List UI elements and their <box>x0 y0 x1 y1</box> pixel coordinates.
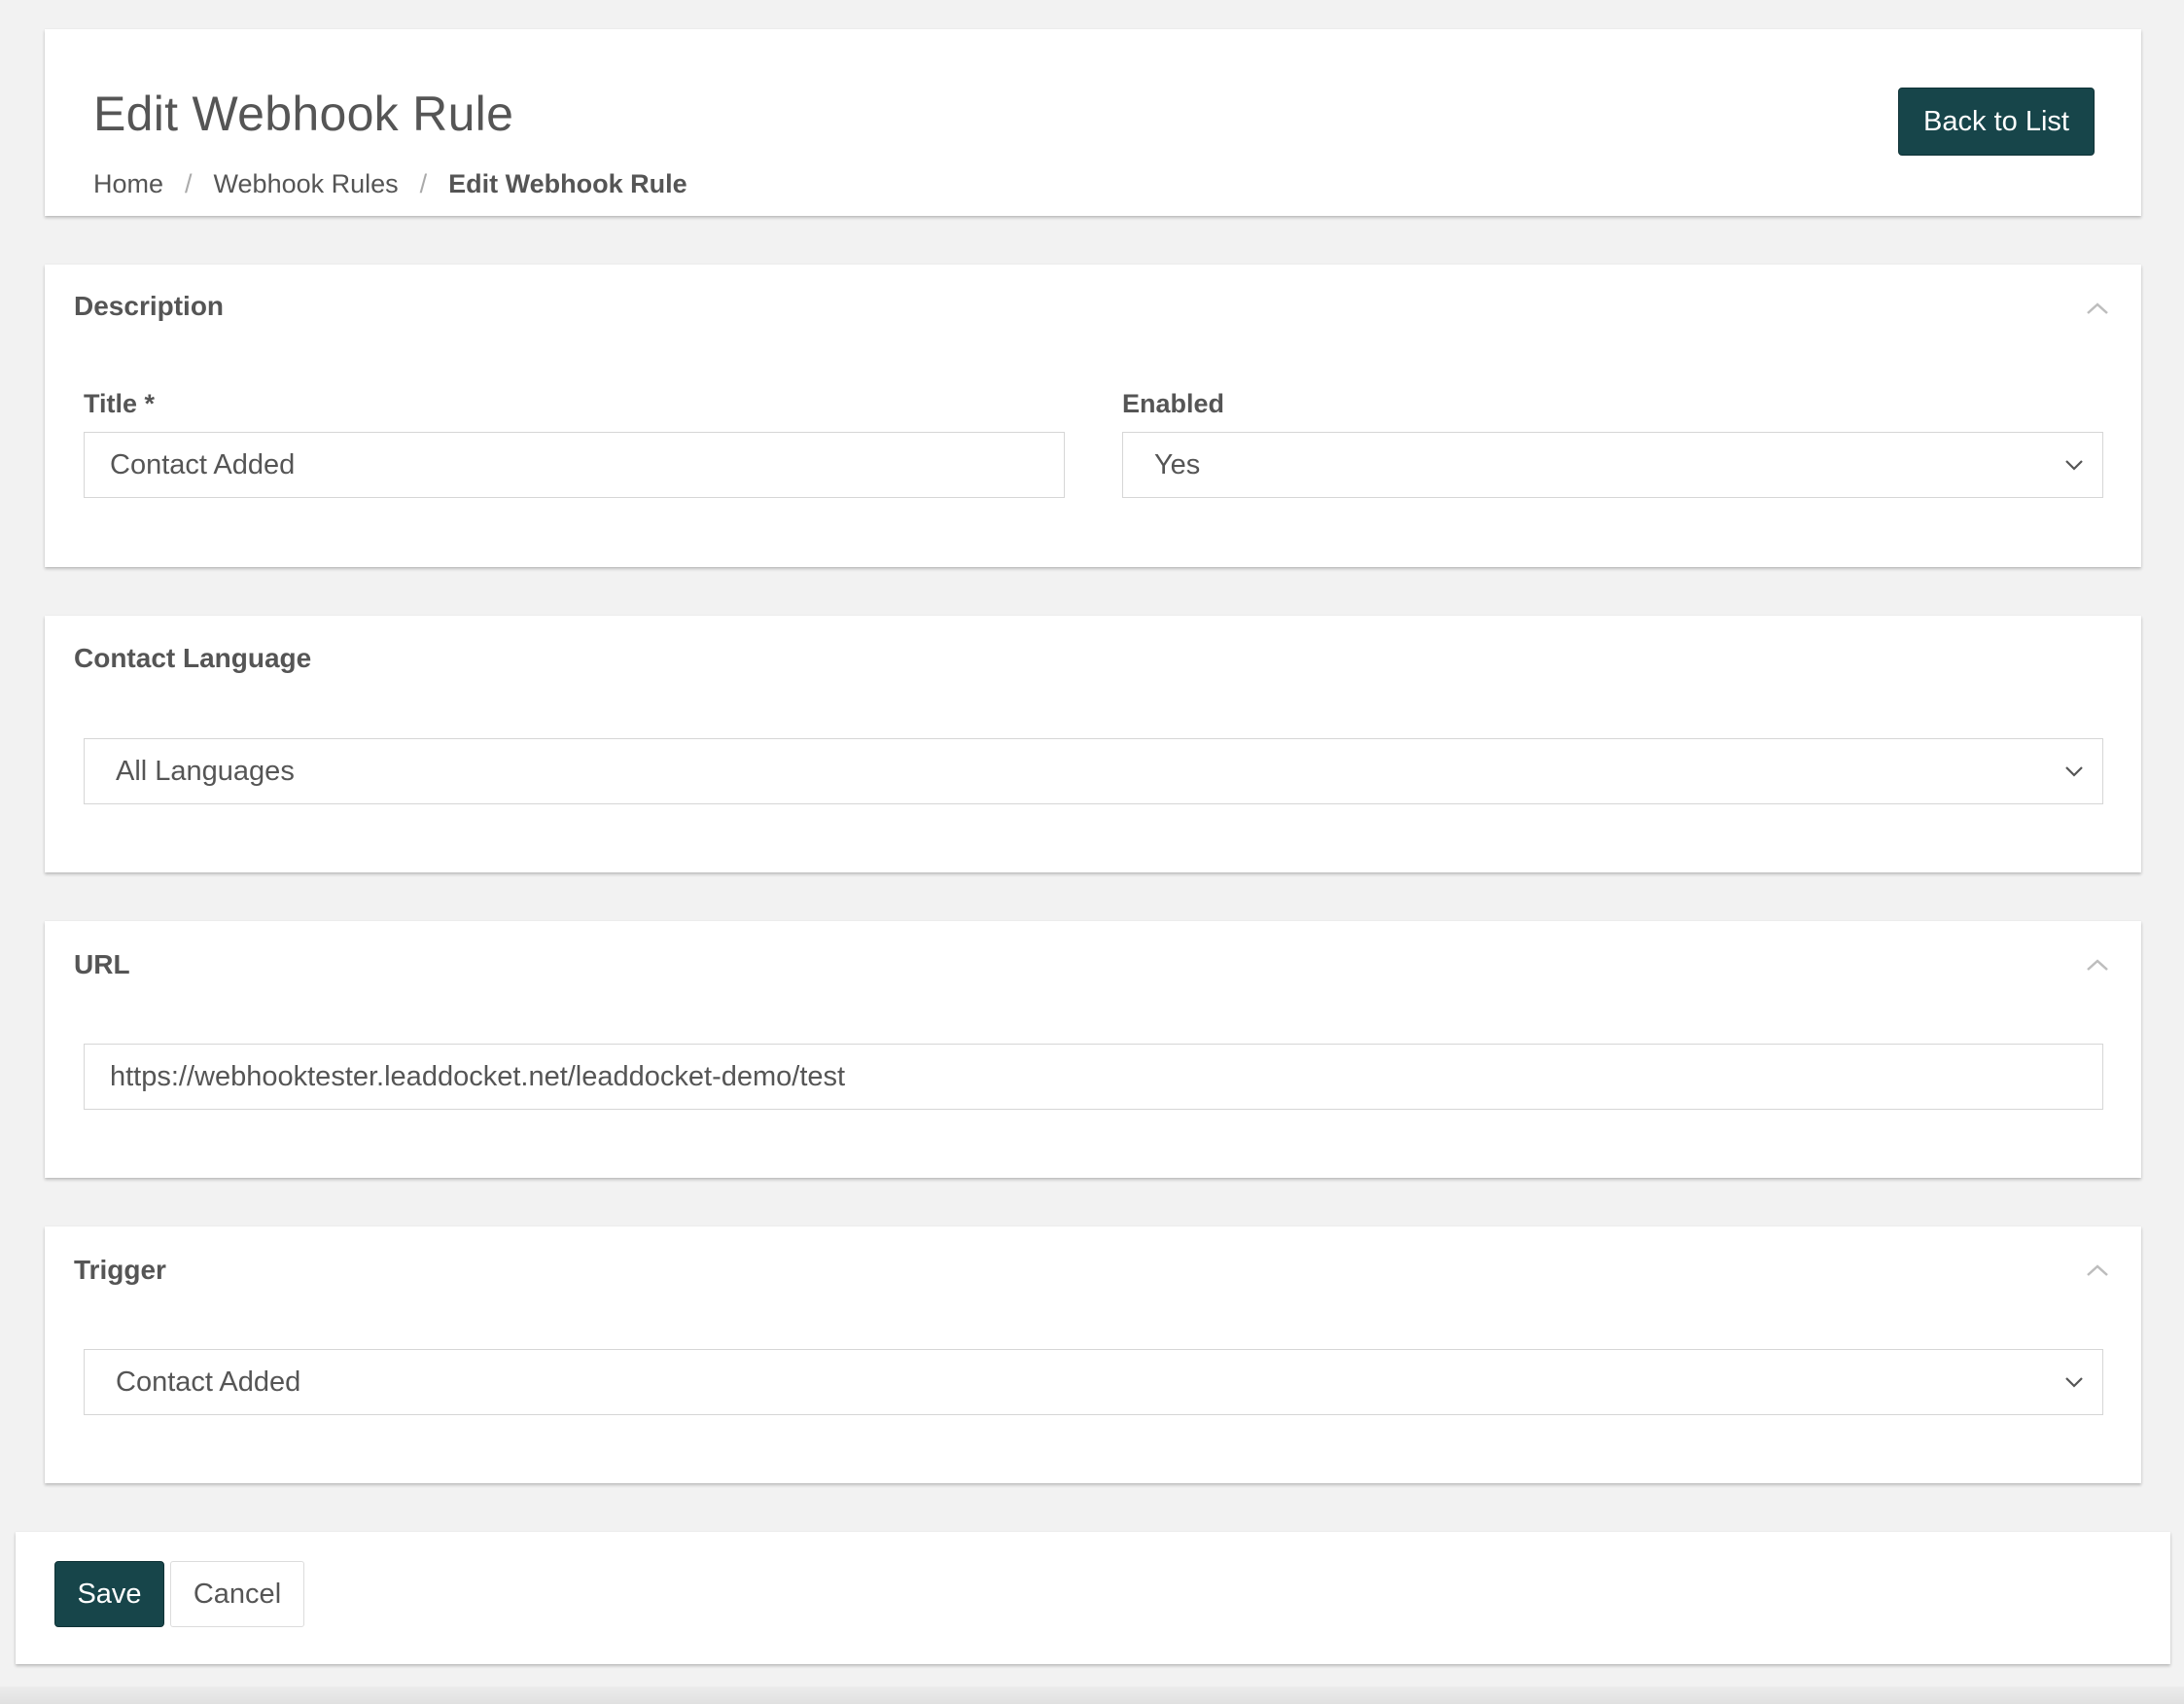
trigger-select-value: Contact Added <box>116 1366 301 1398</box>
contact-language-select-value: All Languages <box>116 755 295 787</box>
contact-language-section: Contact Language All Languages <box>45 616 2141 872</box>
enabled-select[interactable]: Yes <box>1122 432 2103 498</box>
title-label: Title * <box>84 389 156 418</box>
url-input[interactable]: https://webhooktester.leaddocket.net/lea… <box>84 1044 2103 1110</box>
breadcrumb-current: Edit Webhook Rule <box>448 169 687 198</box>
form-actions: Save Cancel <box>16 1532 2170 1664</box>
breadcrumb-separator: / <box>185 169 193 198</box>
collapse-url-toggle[interactable] <box>2081 948 2114 981</box>
section-title-contact-language: Contact Language <box>74 643 312 673</box>
breadcrumb-webhook-rules[interactable]: Webhook Rules <box>214 171 399 197</box>
contact-language-select[interactable]: All Languages <box>84 738 2103 804</box>
title-input-value: Contact Added <box>110 448 296 480</box>
page-bottom-edge <box>0 1686 2184 1704</box>
page-header: Edit Webhook Rule Home / Webhook Rules /… <box>45 29 2141 216</box>
cancel-button[interactable]: Cancel <box>170 1561 304 1627</box>
description-section: Description Title * Contact Added Enable… <box>45 265 2141 567</box>
url-input-value: https://webhooktester.leaddocket.net/lea… <box>110 1060 846 1092</box>
page-title: Edit Webhook Rule <box>93 87 514 141</box>
save-button[interactable]: Save <box>54 1561 164 1627</box>
chevron-down-icon <box>2065 766 2083 777</box>
url-section: URL https://webhooktester.leaddocket.net… <box>45 921 2141 1178</box>
enabled-select-value: Yes <box>1154 448 1201 480</box>
section-title-url: URL <box>74 949 130 979</box>
breadcrumb-home[interactable]: Home <box>93 171 163 197</box>
breadcrumb: Home / Webhook Rules / Edit Webhook Rule <box>93 171 687 197</box>
chevron-up-icon <box>2087 1264 2108 1276</box>
title-input[interactable]: Contact Added <box>84 432 1065 498</box>
collapse-trigger-toggle[interactable] <box>2081 1254 2114 1287</box>
trigger-select[interactable]: Contact Added <box>84 1349 2103 1415</box>
section-title-description: Description <box>74 291 225 321</box>
chevron-down-icon <box>2065 460 2083 471</box>
enabled-label: Enabled <box>1122 389 1225 418</box>
breadcrumb-separator: / <box>419 169 428 198</box>
chevron-up-icon <box>2087 302 2108 314</box>
chevron-down-icon <box>2065 1377 2083 1388</box>
section-title-trigger: Trigger <box>74 1255 166 1285</box>
chevron-up-icon <box>2087 959 2108 971</box>
trigger-section: Trigger Contact Added <box>45 1226 2141 1483</box>
back-to-list-button[interactable]: Back to List <box>1898 88 2095 156</box>
collapse-description-toggle[interactable] <box>2081 292 2114 325</box>
